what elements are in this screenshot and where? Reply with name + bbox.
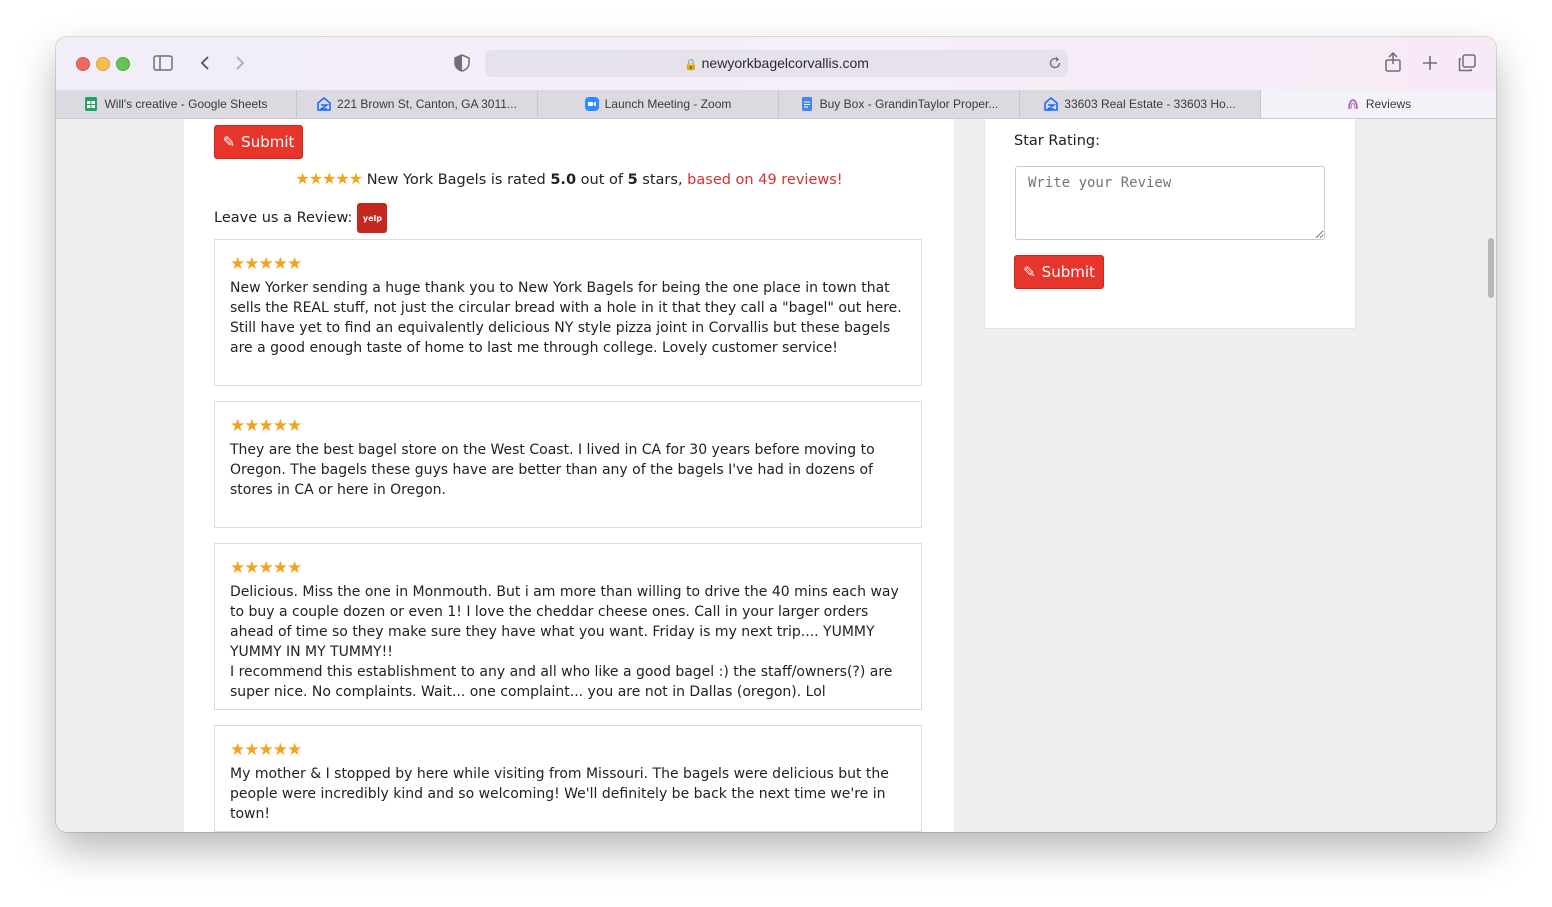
review-text: They are the best bagel store on the Wes… [230, 442, 875, 498]
review-stars-icon: ★★★★★ [230, 558, 302, 578]
new-tab-icon[interactable] [1422, 55, 1438, 71]
review-stars-icon: ★★★★★ [230, 416, 302, 436]
zoom-window-button[interactable] [116, 57, 130, 71]
title-bar: 🔒 newyorkbagelcorvallis.com [56, 37, 1496, 90]
review-text: Delicious. Miss the one in Monmouth. But… [230, 584, 899, 700]
zillow-icon [1044, 97, 1059, 111]
scrollbar-thumb[interactable] [1488, 238, 1494, 298]
tab-real-estate[interactable]: 33603 Real Estate - 33603 Ho... [1020, 90, 1261, 118]
tab-buy-box[interactable]: Buy Box - GrandinTaylor Proper... [779, 90, 1020, 118]
lock-icon: 🔒 [684, 59, 698, 71]
close-window-button[interactable] [76, 57, 90, 71]
docs-icon [801, 97, 812, 111]
privacy-shield-icon[interactable] [454, 54, 470, 72]
reviews-icon [1348, 99, 1358, 110]
tab-reviews[interactable]: Reviews [1261, 90, 1496, 118]
yelp-icon[interactable]: yelp [357, 203, 388, 233]
review-card: ★★★★★ New Yorker sending a huge thank yo… [214, 239, 922, 386]
review-stars-icon: ★★★★★ [230, 254, 302, 274]
pencil-icon: ✎ [1023, 263, 1036, 281]
review-card: ★★★★★ They are the best bagel store on t… [214, 401, 922, 528]
forward-icon[interactable] [234, 55, 246, 71]
submit-button[interactable]: ✎ Submit [214, 125, 303, 159]
side-submit-button[interactable]: ✎ Submit [1014, 255, 1104, 289]
zoom-icon [584, 97, 599, 111]
page-content: ✎ Submit ★★★★★ New York Bagels is rated … [56, 119, 1496, 832]
browser-window: 🔒 newyorkbagelcorvallis.com Will's creat… [56, 37, 1496, 832]
address-bar[interactable]: 🔒 newyorkbagelcorvallis.com [485, 50, 1068, 77]
star-rating-label: Star Rating: [1014, 133, 1100, 149]
sidebar-toggle-icon[interactable] [153, 55, 173, 71]
tab-brown-st[interactable]: 221 Brown St, Canton, GA 3011... [297, 90, 538, 118]
review-card: ★★★★★ Delicious. Miss the one in Monmout… [214, 543, 922, 710]
review-text: My mother & I stopped by here while visi… [230, 766, 889, 822]
review-text: New Yorker sending a huge thank you to N… [230, 280, 902, 356]
tab-google-sheets[interactable]: Will's creative - Google Sheets [56, 90, 297, 118]
write-review-card: Star Rating: ✎ Submit [984, 119, 1356, 329]
share-icon[interactable] [1384, 52, 1402, 72]
reload-icon[interactable] [1048, 56, 1062, 70]
tab-zoom[interactable]: Launch Meeting - Zoom [538, 90, 779, 118]
tab-overview-icon[interactable] [1458, 54, 1476, 72]
zillow-icon [317, 97, 331, 111]
url-text: newyorkbagelcorvallis.com [701, 55, 869, 71]
leave-review-row: Leave us a Review: yelp [214, 203, 388, 233]
tab-bar: Will's creative - Google Sheets 221 Brow… [56, 90, 1496, 119]
back-icon[interactable] [199, 55, 211, 71]
minimize-window-button[interactable] [96, 57, 110, 71]
pencil-icon: ✎ [222, 133, 236, 151]
reviews-column: ✎ Submit ★★★★★ New York Bagels is rated … [184, 119, 954, 832]
summary-stars-icon: ★★★★★ [295, 169, 363, 188]
review-textarea[interactable] [1015, 166, 1325, 240]
review-stars-icon: ★★★★★ [230, 740, 302, 760]
review-card: ★★★★★ My mother & I stopped by here whil… [214, 725, 922, 832]
rating-summary: ★★★★★ New York Bagels is rated 5.0 out o… [295, 169, 843, 188]
reviews-count-link[interactable]: based on 49 reviews! [687, 172, 842, 188]
sheets-icon [85, 97, 98, 111]
